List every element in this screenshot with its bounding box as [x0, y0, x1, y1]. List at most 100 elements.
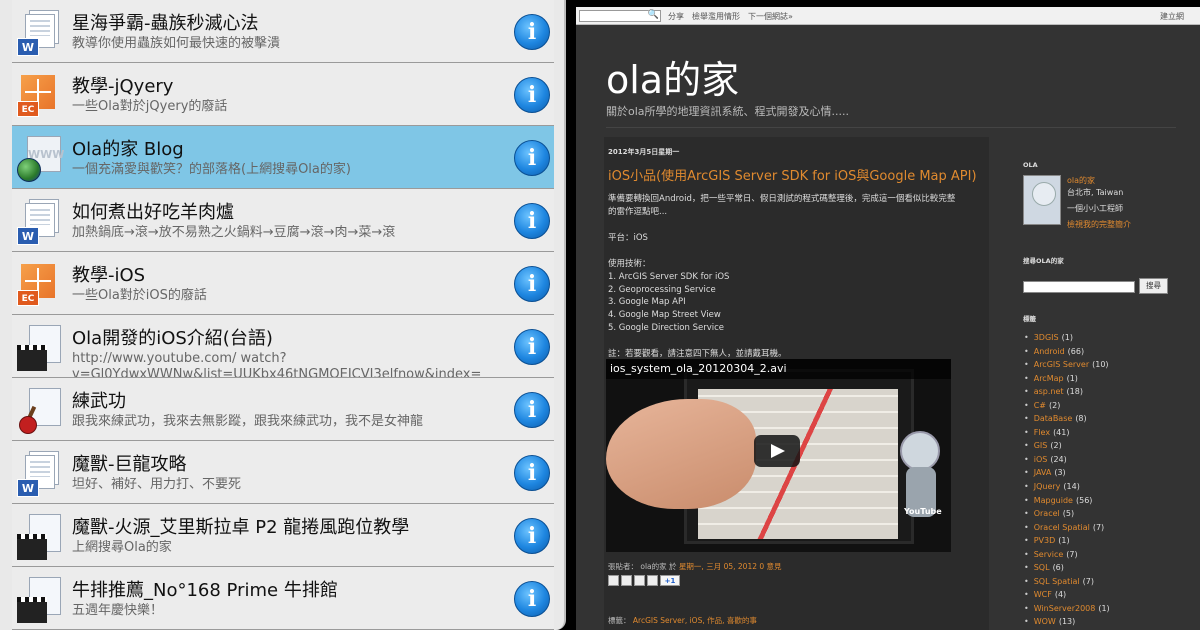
label-link[interactable]: Oracel [1034, 509, 1060, 518]
list-item-title: Ola的家 Blog [72, 139, 184, 160]
label-item: asp.net(18) [1024, 387, 1110, 401]
label-link[interactable]: PV3D [1034, 536, 1056, 545]
blog-title[interactable]: ola的家 [606, 49, 739, 104]
report-abuse-link[interactable]: 檢舉濫用情形 [692, 11, 740, 22]
word-document-icon: W [17, 451, 63, 497]
scrollbar[interactable] [1194, 43, 1200, 630]
label-link[interactable]: DataBase [1034, 414, 1073, 423]
label-link[interactable]: ArcGIS Server [1034, 360, 1089, 369]
search-heading: 搜尋OLA的家 [1023, 257, 1064, 265]
label-link[interactable]: iOS [1034, 455, 1048, 464]
list-item[interactable]: 魔獸-火源_艾里斯拉卓 P2 龍捲風跑位教學 上網搜尋Ola的家 i [12, 504, 554, 567]
list-item-subtitle: 跟我來練武功，我來去無影蹤，跟我來練武功，我不是女神龍 [72, 414, 424, 429]
list-item-subtitle: 一些Ola對於iOS的廢話 [72, 288, 207, 303]
list-item[interactable]: EC 教學-iOS 一些Ola對於iOS的廢話 i [12, 252, 554, 315]
label-count: (56) [1075, 495, 1093, 505]
label-item: JQuery(14) [1024, 482, 1110, 496]
label-item: 3DGIS(1) [1024, 333, 1110, 347]
tech-item: 1. ArcGIS Server SDK for iOS [608, 272, 730, 282]
list-item[interactable]: 牛排推薦_No°168 Prime 牛排館 五週年慶快樂！ i [12, 567, 554, 630]
list-item[interactable]: Ola開發的iOS介紹(台語) http://www.youtube.com/ w… [12, 315, 554, 378]
label-link[interactable]: WinServer2008 [1034, 604, 1096, 613]
list-item-title: 練武功 [72, 391, 126, 412]
label-link[interactable]: JAVA [1034, 468, 1052, 477]
list-item[interactable]: W 星海爭霸-蟲族秒滅心法 教導你使用蟲族如何最快速的被擊潰 i [12, 0, 554, 63]
video-player[interactable]: ios_system_ola_20120304_2.avi YouTube [606, 359, 951, 552]
email-share-icon[interactable] [608, 575, 619, 586]
label-link[interactable]: WOW [1034, 617, 1056, 626]
play-icon[interactable] [754, 435, 800, 467]
label-link[interactable]: WCF [1034, 590, 1052, 599]
search-icon[interactable]: 🔍 [648, 10, 659, 20]
info-icon[interactable]: i [514, 329, 550, 365]
list-item[interactable]: 練武功跟我來練武功，我來去無影蹤，跟我來練武功，我不是女神龍 i [12, 378, 554, 441]
label-item: Mapguide(56) [1024, 496, 1110, 510]
list-item-title: 魔獸-巨龍攻略 [72, 454, 187, 475]
word-document-icon: W [17, 10, 63, 56]
post-comments-link[interactable]: 0 意見 [759, 562, 781, 571]
share-buttons: +1 [608, 575, 680, 589]
post-date: 2012年3月5日星期一 [608, 148, 680, 156]
list-item[interactable]: EC 教學-jQyery 一些Ola對於jQyery的廢話 i [12, 63, 554, 126]
video-title[interactable]: ios_system_ola_20120304_2.avi [606, 359, 951, 379]
blogthis-share-icon[interactable] [621, 575, 632, 586]
profile-full-link[interactable]: 檢視我的完整簡介 [1067, 219, 1131, 230]
label-link[interactable]: JQuery [1034, 482, 1061, 491]
label-link[interactable]: ArcMap [1034, 374, 1064, 383]
post-title-link[interactable]: iOS小品(使用ArcGIS Server SDK for iOS與Google… [608, 165, 977, 184]
next-blog-link[interactable]: 下一個網誌» [748, 11, 793, 22]
label-link[interactable]: 3DGIS [1034, 333, 1059, 342]
facebook-share-icon[interactable] [647, 575, 658, 586]
label-item: SQL Spatial(7) [1024, 577, 1110, 591]
list-item[interactable]: W 如何煮出好吃羊肉爐 加熱鍋底→滾→放不易熟之火鍋料→豆腐→滾→肉→菜→滾 i [12, 189, 554, 252]
twitter-share-icon[interactable] [634, 575, 645, 586]
post-tech-heading: 使用技術： [608, 259, 651, 269]
label-count: (2) [1050, 441, 1062, 451]
info-icon[interactable]: i [514, 14, 550, 50]
info-icon[interactable]: i [514, 455, 550, 491]
youtube-watermark: YouTube [904, 507, 942, 516]
info-icon[interactable]: i [514, 266, 550, 302]
blogger-navbar: 🔍 分享 檢舉濫用情形 下一個網誌» 建立網 [576, 7, 1200, 25]
avatar[interactable] [1023, 175, 1061, 225]
blog-page: ola的家 關於ola所學的地理資訊系統、程式開發及心情..... 2012年3… [580, 25, 1200, 630]
sidebar-search-input[interactable] [1023, 281, 1135, 293]
video-toy-figure: YouTube [894, 431, 946, 521]
label-link[interactable]: Service [1034, 550, 1064, 559]
info-icon[interactable]: i [514, 140, 550, 176]
label-count: (14) [1063, 482, 1080, 492]
info-icon[interactable]: i [514, 581, 550, 617]
navbar-search-input[interactable]: 🔍 [579, 10, 661, 22]
label-item: Oracel Spatial(7) [1024, 523, 1110, 537]
list-item[interactable]: W 魔獸-巨龍攻略 坦好、補好、用力打、不要死 i [12, 441, 554, 504]
post-labels-links[interactable]: ArcGIS Server, iOS, 作品, 喜歡的事 [633, 616, 757, 625]
label-link[interactable]: GIS [1034, 441, 1048, 450]
label-link[interactable]: asp.net [1034, 387, 1064, 396]
create-blog-link[interactable]: 建立網 [1160, 11, 1184, 22]
info-icon[interactable]: i [514, 203, 550, 239]
post-timestamp-link[interactable]: 星期一, 三月 05, 2012 [679, 562, 757, 571]
info-icon[interactable]: i [514, 518, 550, 554]
labels-heading: 標籤 [1023, 315, 1036, 323]
gplus-button[interactable]: +1 [660, 575, 680, 586]
label-link[interactable]: SQL Spatial [1034, 577, 1080, 586]
sidebar-search-button[interactable]: 搜尋 [1139, 278, 1168, 294]
label-link[interactable]: C# [1034, 401, 1046, 410]
label-count: (41) [1053, 427, 1070, 437]
tech-item: 5. Google Direction Service [608, 322, 725, 333]
label-link[interactable]: Android [1034, 347, 1065, 356]
info-icon[interactable]: i [514, 77, 550, 113]
label-link[interactable]: SQL [1034, 563, 1050, 572]
web-globe-icon: WWW [17, 136, 64, 182]
post-intro-line-1: 準備要轉換回Android，把一些平常日、假日測試的程式碼整理後，完成這一個看似… [608, 194, 956, 204]
profile-name-link[interactable]: ola的家 [1067, 175, 1095, 186]
list-item-title: 牛排推薦_No°168 Prime 牛排館 [72, 580, 338, 601]
label-item: SQL(6) [1024, 563, 1110, 577]
list-item[interactable]: WWW Ola的家 Blog 一個充滿愛與歡笑？的部落格(上網搜尋Ola的家) i [12, 126, 554, 189]
label-item: iOS(24) [1024, 455, 1110, 469]
label-link[interactable]: Mapguide [1034, 496, 1073, 505]
label-link[interactable]: Oracel Spatial [1034, 523, 1090, 532]
share-link[interactable]: 分享 [668, 11, 684, 22]
label-link[interactable]: Flex [1034, 428, 1050, 437]
info-icon[interactable]: i [514, 392, 550, 428]
